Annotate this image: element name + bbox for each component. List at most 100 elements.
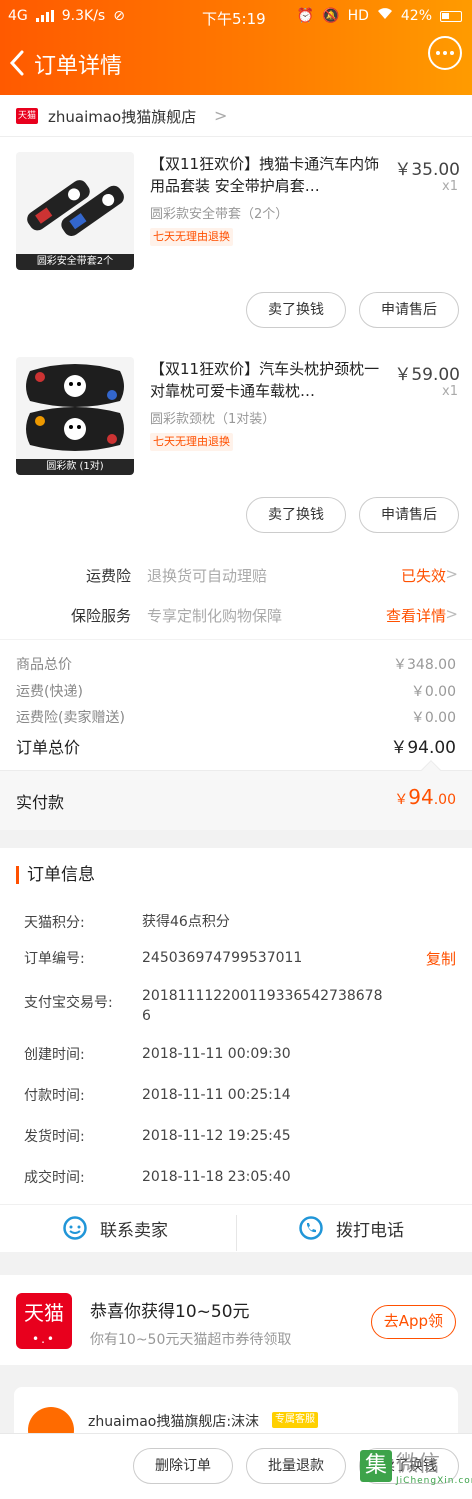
hd-label: HD — [347, 8, 369, 24]
amount-decimal: .00 — [433, 792, 456, 808]
order-item: 圆彩安全带套2个 【双11狂欢价】拽猫卡通汽车内饰用品套装 安全带护肩套… 圆彩… — [0, 137, 472, 341]
product-image[interactable]: 圆彩安全带套2个 — [16, 152, 134, 270]
dot-icon — [450, 51, 454, 55]
product-quantity: x1 — [442, 384, 458, 399]
watermark: 集 微信 JiChengXin.com — [356, 1440, 472, 1496]
service-label: 运费险 — [85, 567, 131, 585]
alipay-trade-number: 2018111122001193365427386786 — [142, 988, 383, 1024]
service-status-link[interactable]: 已失效 — [401, 565, 446, 586]
tmall-badge: 天猫 — [16, 108, 38, 124]
price-summary: 商品总价 ￥348.00 运费(快递) ￥0.00 运费险(卖家赠送) ￥0.0… — [0, 640, 472, 770]
info-label: 发货时间: — [24, 1129, 85, 1145]
after-sale-button[interactable]: 申请售后 — [359, 497, 459, 533]
info-value: 2018-11-18 23:05:40 — [142, 1169, 291, 1185]
shop-header[interactable]: 天猫 zhuaimao拽猫旗舰店 > — [0, 95, 472, 137]
goods-total-row: 商品总价 ￥348.00 — [0, 650, 472, 676]
product-title[interactable]: 【双11狂欢价】拽猫卡通汽车内饰用品套装 安全带护肩套… — [150, 153, 380, 197]
batch-refund-button[interactable]: 批量退款 — [246, 1448, 346, 1484]
contact-seller-button[interactable]: 联系卖家 — [62, 1215, 168, 1241]
order-item: 圆彩款 (1对) 【双11狂欢价】汽车头枕护颈枕一对靠枕可爱卡通车载枕… 圆彩款… — [0, 342, 472, 546]
insurance-fee-row: 运费险(卖家赠送) ￥0.00 — [0, 703, 472, 729]
insurance-fee-value: ￥0.00 — [410, 710, 456, 726]
app-header: 4G 9.3K/s ⊘ 下午5:19 ⏰ 🔕 HD 42% 订单详情 — [0, 0, 472, 95]
promo-subtitle: 你有10~50元天猫超市券待领取 — [90, 1332, 292, 1348]
battery-level: 42% — [400, 8, 432, 24]
tmall-logo: 天猫 •.• — [16, 1293, 72, 1349]
divider — [236, 1215, 237, 1251]
insurance-service-row[interactable]: 保险服务 专享定制化购物保障 查看详情 > — [0, 595, 472, 635]
promo-title: 恭喜你获得10~50元 — [90, 1302, 250, 1322]
shipping-value: ￥0.00 — [410, 684, 456, 700]
after-sale-button[interactable]: 申请售后 — [359, 292, 459, 328]
more-menu-button[interactable] — [428, 36, 462, 70]
goods-total-label: 商品总价 — [16, 657, 72, 673]
delete-order-button[interactable]: 删除订单 — [133, 1448, 233, 1484]
clock: 下午5:19 — [202, 10, 266, 28]
contact-seller-label: 联系卖家 — [100, 1220, 168, 1241]
contact-bar: 联系卖家 拨打电话 — [0, 1204, 472, 1252]
product-image[interactable]: 圆彩款 (1对) — [16, 357, 134, 475]
chevron-right-icon[interactable]: > — [445, 565, 458, 583]
sell-button[interactable]: 卖了换钱 — [246, 497, 346, 533]
amount-paid-value: ￥94.00 — [394, 785, 456, 809]
currency-symbol: ￥ — [394, 792, 409, 808]
dot-icon — [443, 51, 447, 55]
service-desc: 专享定制化购物保障 — [147, 607, 283, 625]
mute-icon: 🔕 — [322, 8, 340, 24]
dot-icon — [436, 51, 440, 55]
amount-integer: 94 — [408, 785, 434, 809]
tmall-face-icon: •.• — [32, 1332, 56, 1346]
return-policy-tag: 七天无理由退换 — [150, 433, 233, 451]
watermark-logo: 集 — [360, 1450, 392, 1482]
service-section: 运费险 退换货可自动理赔 已失效 > 保险服务 专享定制化购物保障 查看详情 > — [0, 555, 472, 639]
sell-button[interactable]: 卖了换钱 — [246, 292, 346, 328]
copy-button[interactable]: 复制 — [426, 948, 456, 969]
info-label: 支付宝交易号: — [24, 995, 113, 1011]
product-title[interactable]: 【双11狂欢价】汽车头枕护颈枕一对靠枕可爱卡通车载枕… — [150, 358, 380, 402]
view-details-link[interactable]: 查看详情 — [386, 605, 446, 626]
shipping-insurance-row[interactable]: 运费险 退换货可自动理赔 已失效 > — [0, 555, 472, 595]
chevron-right-icon[interactable]: > — [214, 106, 227, 125]
claim-coupon-button[interactable]: 去App领 — [370, 1305, 456, 1339]
order-number: 245036974799537011 — [142, 950, 303, 966]
network-label: 4G — [8, 8, 28, 24]
shop-name[interactable]: zhuaimao拽猫旗舰店 — [48, 106, 196, 127]
product-price: ￥59.00 — [394, 365, 460, 385]
info-value: 2018-11-11 00:25:14 — [142, 1087, 291, 1103]
shipping-label: 运费(快递) — [16, 684, 83, 700]
call-phone-label: 拨打电话 — [336, 1220, 404, 1241]
promo-banner[interactable]: 天猫 •.• 恭喜你获得10~50元 你有10~50元天猫超市券待领取 去App… — [0, 1275, 472, 1365]
info-label: 创建时间: — [24, 1047, 85, 1063]
watermark-text: 微信 — [396, 1452, 441, 1477]
back-arrow-icon[interactable] — [6, 48, 30, 78]
alarm-icon: ⏰ — [296, 8, 315, 24]
order-total-label: 订单总价 — [16, 738, 81, 757]
page-title: 订单详情 — [34, 54, 123, 79]
info-label: 付款时间: — [24, 1088, 85, 1104]
wifi-icon — [377, 8, 393, 24]
product-sku: 圆彩款安全带套（2个） — [150, 207, 289, 222]
product-quantity: x1 — [442, 179, 458, 194]
no-sim-icon: ⊘ — [113, 8, 125, 24]
call-phone-button[interactable]: 拨打电话 — [298, 1215, 404, 1241]
product-image-caption: 圆彩款 (1对) — [16, 459, 134, 475]
info-label: 成交时间: — [24, 1170, 85, 1186]
phone-icon — [299, 1216, 323, 1240]
order-info-section: 订单信息 天猫积分: 获得46点积分 订单编号: 245036974799537… — [0, 848, 472, 1252]
chat-icon — [63, 1216, 87, 1240]
product-price: ￥35.00 — [394, 160, 460, 180]
dedicated-service-badge: 专属客服 — [272, 1412, 318, 1428]
watermark-url: JiChengXin.com — [396, 1476, 472, 1486]
shipping-row: 运费(快递) ￥0.00 — [0, 677, 472, 703]
order-total-row: 订单总价 ￥94.00 — [0, 732, 472, 758]
info-value: 2018-11-12 19:25:45 — [142, 1128, 291, 1144]
tmall-logo-text: 天猫 — [24, 1301, 64, 1325]
return-policy-tag: 七天无理由退换 — [150, 228, 233, 246]
goods-total-value: ￥348.00 — [393, 657, 456, 673]
info-value: 获得46点积分 — [142, 914, 230, 930]
chevron-right-icon[interactable]: > — [445, 605, 458, 623]
battery-icon — [440, 10, 462, 22]
info-value: 2018-11-11 00:09:30 — [142, 1046, 291, 1062]
service-label: 保险服务 — [70, 607, 131, 625]
product-sku: 圆彩款颈枕（1对装） — [150, 412, 276, 427]
